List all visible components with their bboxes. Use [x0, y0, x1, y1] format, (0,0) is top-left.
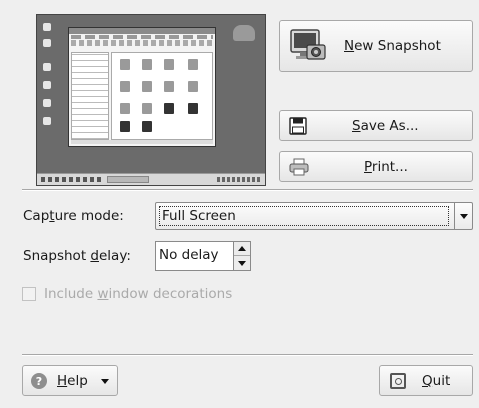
save-as-label: Save As... — [352, 118, 419, 134]
floppy-disk-icon — [289, 117, 307, 135]
preview-desktop — [37, 15, 265, 175]
snapshot-delay-value: No delay — [159, 247, 219, 263]
save-as-button[interactable]: Save As... — [279, 110, 473, 141]
capture-mode-label: Capture mode: — [23, 208, 124, 224]
quit-icon — [390, 373, 406, 389]
separator — [22, 354, 473, 356]
spin-buttons — [233, 242, 250, 270]
capture-mode-value: Full Screen — [159, 206, 449, 226]
snapshot-delay-spinbox[interactable]: No delay — [155, 241, 251, 271]
preview-window — [68, 27, 216, 147]
help-icon: ? — [31, 373, 47, 389]
new-snapshot-label: New Snapshot — [344, 38, 441, 54]
separator — [22, 189, 473, 191]
spin-up-icon[interactable] — [234, 242, 250, 256]
help-label: Help — [57, 373, 88, 389]
snapshot-preview — [36, 14, 266, 186]
checkbox-icon[interactable] — [22, 287, 36, 301]
chevron-down-icon — [101, 379, 109, 384]
print-button[interactable]: Print... — [279, 151, 473, 182]
include-decorations-checkbox[interactable]: Include window decorations — [22, 286, 232, 302]
printer-icon — [289, 158, 309, 176]
capture-mode-select[interactable]: Full Screen — [155, 202, 473, 230]
help-button[interactable]: ? Help — [22, 365, 118, 396]
print-label: Print... — [364, 159, 408, 175]
spin-down-icon[interactable] — [234, 256, 250, 270]
include-decorations-label: Include window decorations — [44, 286, 233, 302]
quit-button[interactable]: Quit — [379, 365, 473, 396]
new-snapshot-button[interactable]: New Snapshot — [279, 20, 473, 72]
preview-taskbar — [37, 173, 265, 185]
dropdown-arrow-icon[interactable] — [454, 203, 472, 229]
snapshot-delay-label: Snapshot delay: — [23, 248, 131, 264]
camera-monitor-icon — [290, 29, 326, 63]
quit-label: Quit — [422, 373, 451, 389]
